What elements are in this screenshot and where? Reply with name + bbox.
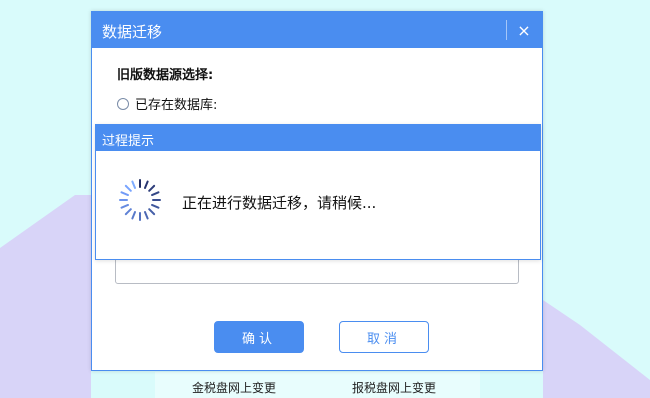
spinner-spoke	[148, 184, 156, 192]
spinner-spoke	[124, 184, 132, 192]
progress-titlebar: 过程提示	[96, 125, 540, 151]
progress-dialog: 过程提示 正在进行数据迁移，请稍候...	[95, 124, 541, 260]
bottom-links-bar: 金税盘网上变更 报税盘网上变更	[155, 372, 480, 398]
dialog-title: 数据迁移	[102, 23, 163, 41]
spinner-spoke	[143, 180, 149, 189]
progress-title: 过程提示	[102, 134, 155, 149]
existing-database-label: 已存在数据库:	[135, 98, 218, 113]
spinner-spoke	[151, 191, 160, 197]
spinner-spoke	[151, 203, 160, 209]
dialog-titlebar: 数据迁移 ×	[92, 12, 542, 48]
spinner-spoke	[124, 208, 132, 216]
spinner-spoke	[148, 208, 156, 216]
radio-button[interactable]	[117, 97, 129, 110]
progress-message: 正在进行数据迁移，请稍候...	[182, 194, 377, 212]
close-icon[interactable]: ×	[506, 12, 542, 48]
loading-spinner-icon	[119, 179, 161, 221]
spinner-spoke	[143, 211, 149, 220]
confirm-button[interactable]: 确认	[214, 321, 304, 353]
data-source-section-label: 旧版数据源选择:	[117, 68, 214, 83]
spinner-spoke	[131, 180, 137, 189]
cancel-button[interactable]: 取消	[339, 321, 429, 353]
spinner-spoke	[120, 203, 129, 209]
spinner-spoke	[120, 191, 129, 197]
existing-database-option[interactable]: 已存在数据库:	[117, 94, 217, 113]
gold-tax-disk-change-link[interactable]: 金税盘网上变更	[192, 379, 276, 396]
tax-disk-change-link[interactable]: 报税盘网上变更	[352, 379, 436, 396]
spinner-spoke	[131, 211, 137, 220]
